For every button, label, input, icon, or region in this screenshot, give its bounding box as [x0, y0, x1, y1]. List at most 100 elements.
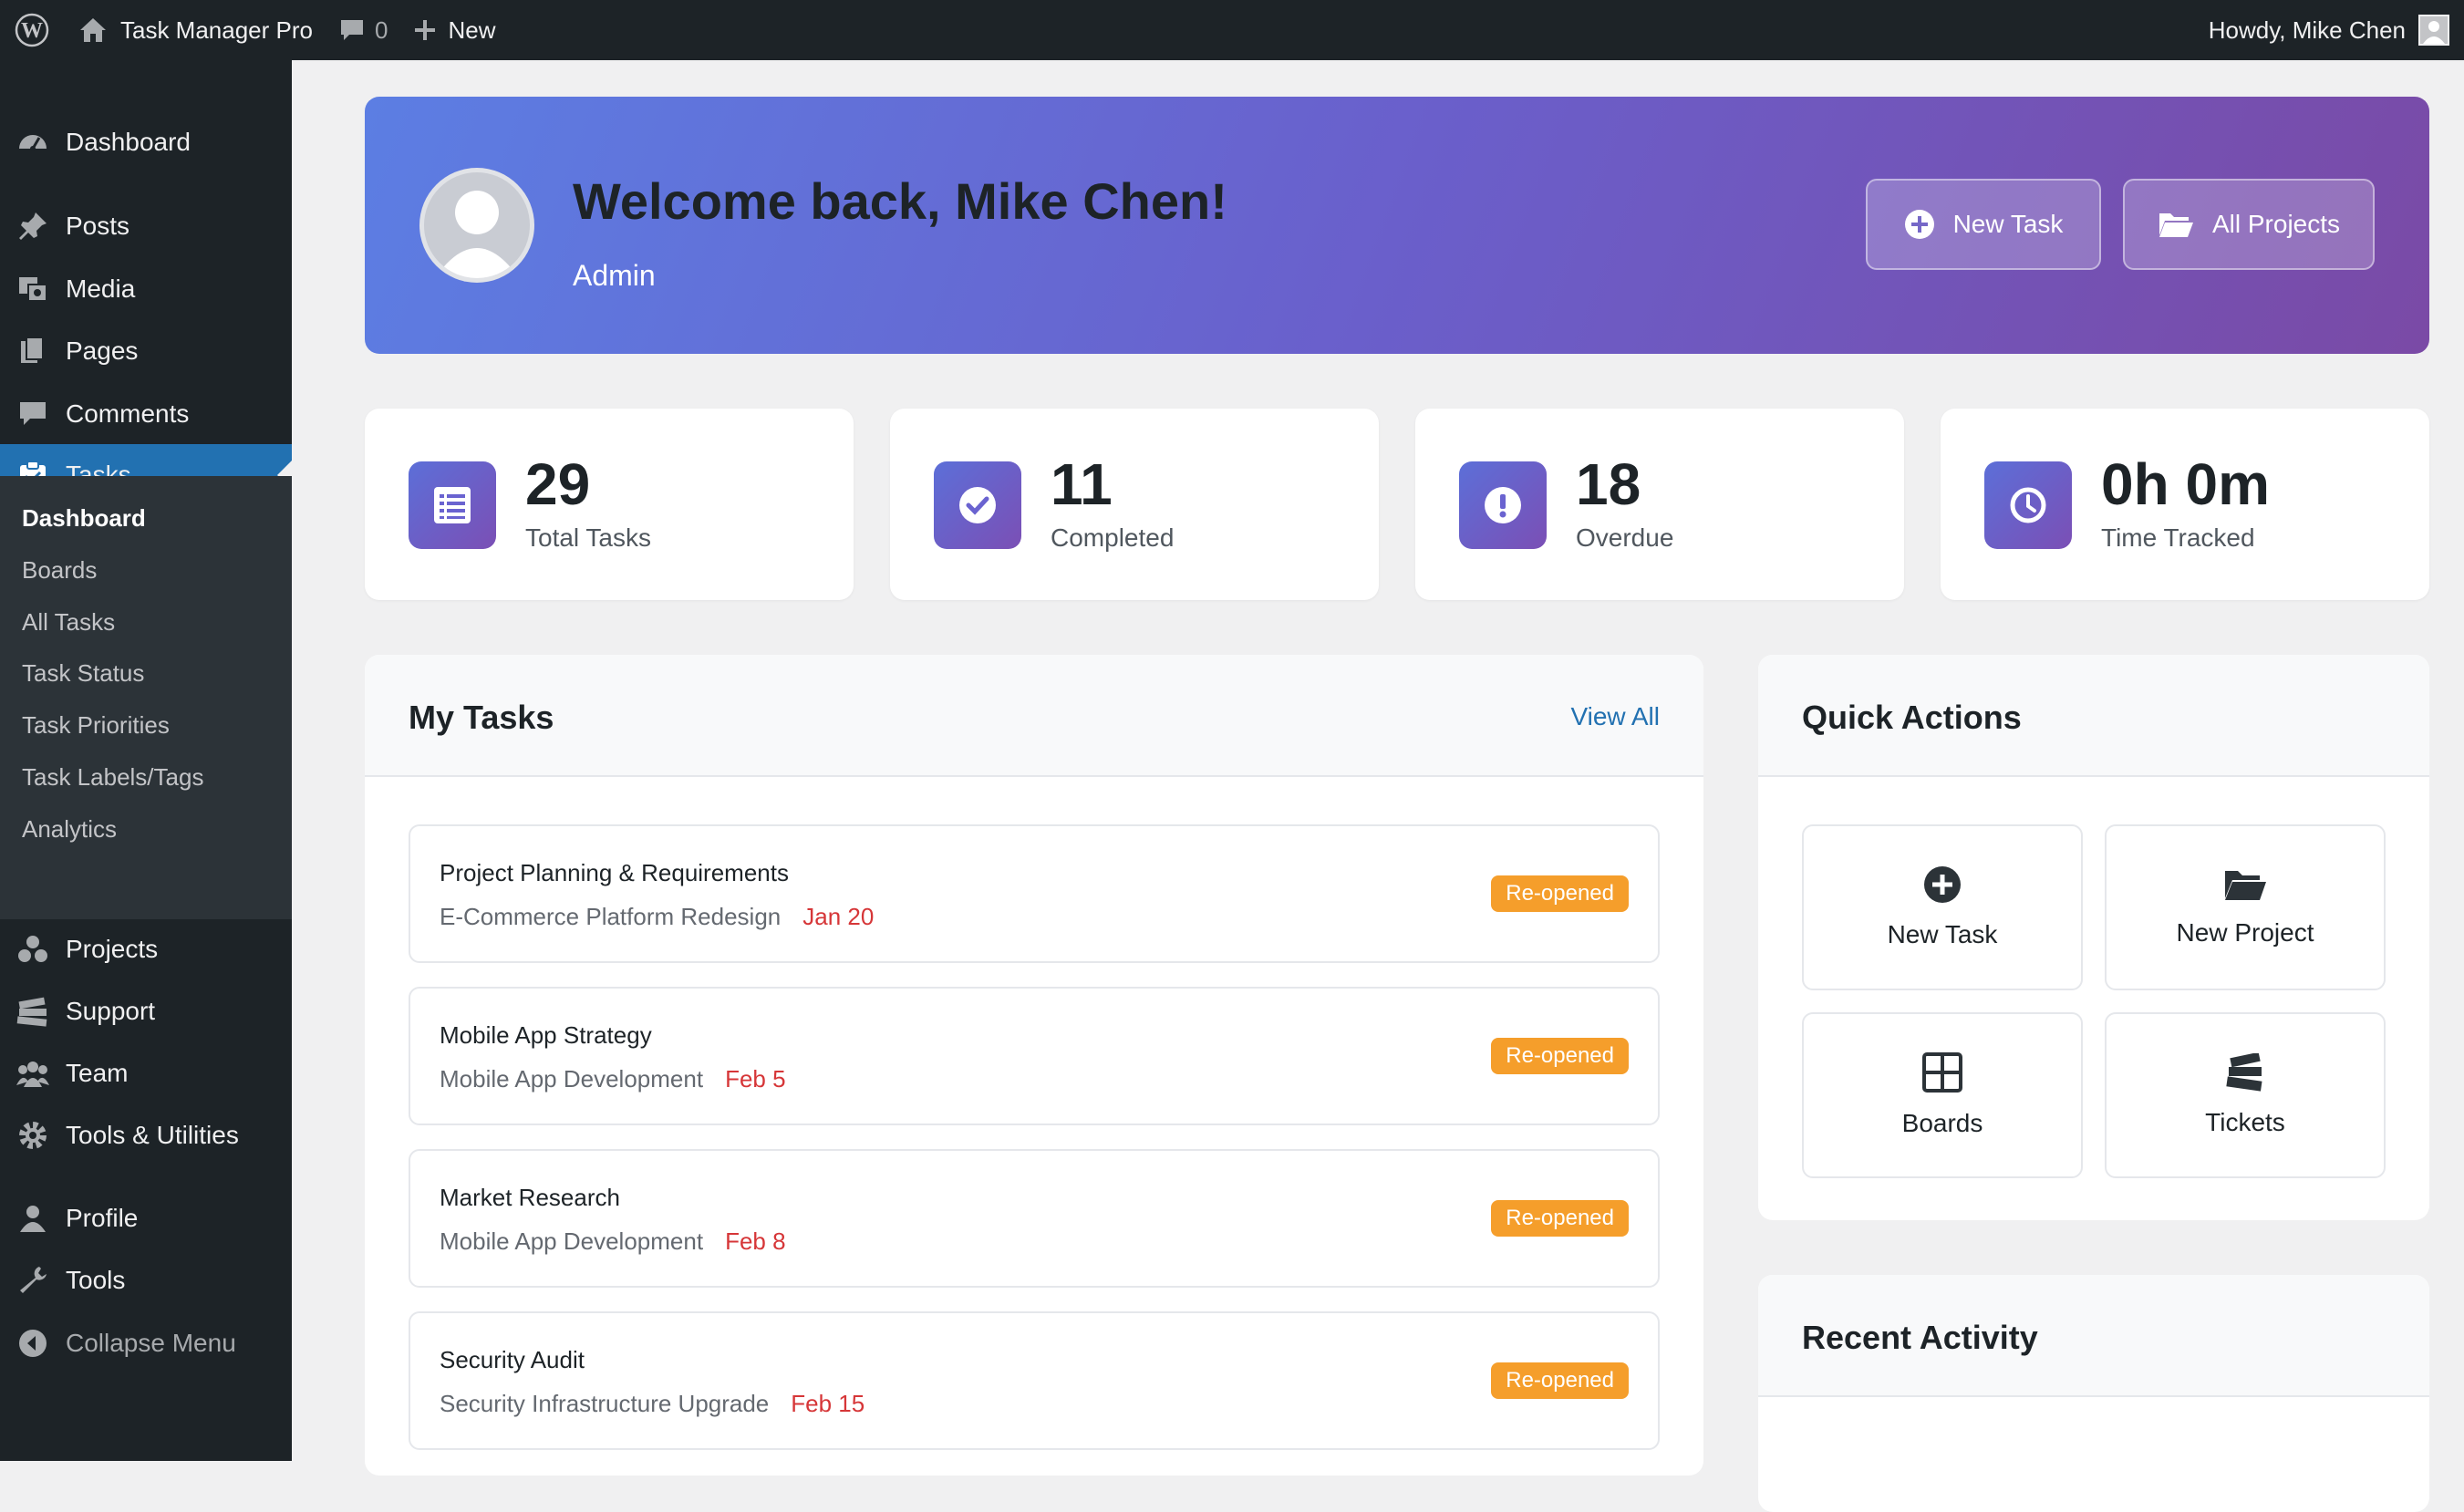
quick-action-tickets[interactable]: Tickets	[2105, 1012, 2386, 1178]
quick-action-boards[interactable]: Boards	[1802, 1012, 2083, 1178]
user-role: Admin	[573, 259, 656, 292]
stat-card-overdue: 18 Overdue	[1415, 409, 1904, 600]
recent-activity-title: Recent Activity	[1802, 1319, 2038, 1356]
task-due-date: Feb 5	[725, 1065, 786, 1093]
task-title[interactable]: Market Research	[440, 1184, 620, 1212]
sidebar-item-projects[interactable]: Projects	[0, 918, 292, 980]
team-icon	[15, 1055, 51, 1092]
sidebar-item-team[interactable]: Team	[0, 1042, 292, 1104]
comment-icon	[15, 396, 51, 432]
quick-action-new-task[interactable]: New Task	[1802, 824, 2083, 990]
sidebar-item-label: Projects	[66, 935, 159, 963]
avatar	[2418, 15, 2449, 46]
submenu-item-all-tasks[interactable]: All Tasks	[22, 604, 115, 640]
comments-count: 0	[374, 16, 388, 44]
media-icon	[15, 271, 51, 307]
sidebar-item-label: Tools & Utilities	[66, 1121, 239, 1149]
task-project: E-Commerce Platform Redesign	[440, 903, 782, 930]
submenu-item-dashboard[interactable]: Dashboard	[22, 500, 146, 536]
user-icon	[15, 1200, 51, 1237]
all-projects-label: All Projects	[2211, 210, 2341, 238]
status-badge: Re-opened	[1491, 1200, 1629, 1237]
sidebar-item-label: Pages	[66, 337, 139, 365]
stat-label: Total Tasks	[525, 523, 651, 552]
gear-icon	[15, 1117, 51, 1154]
task-project: Security Infrastructure Upgrade	[440, 1390, 770, 1417]
task-item[interactable]: Market Research Mobile App Development F…	[409, 1149, 1660, 1288]
collapse-menu-label: Collapse Menu	[66, 1329, 236, 1357]
admin-sidebar: Dashboard Posts Media Pages Comments Tas…	[0, 60, 292, 1461]
plus-icon	[415, 20, 436, 40]
stat-value: 18	[1576, 451, 1641, 517]
new-task-label: New Task	[1952, 210, 2064, 238]
folder-open-icon	[2225, 871, 2266, 900]
plus-circle-icon	[1904, 210, 1934, 239]
stat-label: Overdue	[1576, 523, 1674, 552]
tasks-submenu: Dashboard Boards All Tasks Task Status T…	[0, 476, 292, 919]
sidebar-item-label: Posts	[66, 212, 130, 240]
task-project: Mobile App Development	[440, 1227, 704, 1255]
task-title[interactable]: Mobile App Strategy	[440, 1021, 652, 1050]
submenu-item-analytics[interactable]: Analytics	[22, 811, 117, 847]
task-title[interactable]: Security Audit	[440, 1346, 585, 1374]
panel-header: My Tasks View All	[365, 655, 1703, 777]
sidebar-item-tools[interactable]: Tools	[0, 1249, 292, 1311]
collapse-icon	[15, 1325, 51, 1362]
stat-value: 11	[1051, 451, 1113, 517]
quick-action-label: New Task	[1887, 920, 1998, 948]
sidebar-item-media[interactable]: Media	[0, 258, 292, 320]
wordpress-logo-icon[interactable]: W	[0, 0, 66, 60]
stat-card-completed: 11 Completed	[890, 409, 1379, 600]
collapse-menu-button[interactable]: Collapse Menu	[0, 1312, 292, 1374]
view-all-link[interactable]: View All	[1570, 702, 1660, 731]
submenu-item-boards[interactable]: Boards	[22, 552, 97, 588]
sidebar-item-tools-utilities[interactable]: Tools & Utilities	[0, 1104, 292, 1166]
task-due-date: Jan 20	[802, 903, 875, 930]
submenu-item-task-priorities[interactable]: Task Priorities	[22, 707, 170, 743]
stat-label: Completed	[1051, 523, 1175, 552]
task-item[interactable]: Security Audit Security Infrastructure U…	[409, 1311, 1660, 1450]
sidebar-item-label: Profile	[66, 1204, 139, 1232]
site-name-link[interactable]: Task Manager Pro	[66, 0, 326, 60]
quick-action-label: Tickets	[2205, 1108, 2285, 1136]
recent-activity-panel: Recent Activity	[1758, 1275, 2429, 1512]
sidebar-item-pages[interactable]: Pages	[0, 320, 292, 382]
task-item[interactable]: Mobile App Strategy Mobile App Developme…	[409, 987, 1660, 1125]
new-task-button[interactable]: New Task	[1866, 179, 2101, 270]
quick-actions-panel: Quick Actions New Task New Project Board…	[1758, 655, 2429, 1220]
sidebar-item-support[interactable]: Support	[0, 980, 292, 1042]
avatar	[419, 168, 534, 283]
comments-link[interactable]: 0	[326, 0, 400, 60]
sidebar-item-profile[interactable]: Profile	[0, 1187, 292, 1249]
submenu-item-task-status[interactable]: Task Status	[22, 655, 144, 691]
sidebar-item-comments[interactable]: Comments	[0, 383, 292, 445]
task-item[interactable]: Project Planning & Requirements E-Commer…	[409, 824, 1660, 963]
sidebar-item-label: Dashboard	[66, 128, 191, 156]
sidebar-item-label: Comments	[66, 399, 190, 428]
new-content-link[interactable]: New	[400, 0, 508, 60]
admin-bar: W Task Manager Pro 0 New Howdy, Mike Che…	[0, 0, 2464, 60]
my-account-link[interactable]: Howdy, Mike Chen	[2194, 0, 2464, 60]
howdy-text: Howdy, Mike Chen	[2208, 16, 2406, 44]
tickets-icon	[2226, 1053, 2262, 1092]
task-due-date: Feb 8	[725, 1227, 786, 1255]
panel-header: Quick Actions	[1758, 655, 2429, 777]
quick-action-new-project[interactable]: New Project	[2105, 824, 2386, 990]
projects-icon	[15, 931, 51, 968]
grid-icon	[1922, 1052, 1962, 1093]
sidebar-item-label: Tools	[66, 1266, 126, 1294]
task-meta: Mobile App Development Feb 5	[440, 1065, 786, 1093]
welcome-banner: Welcome back, Mike Chen! Admin New Task …	[365, 97, 2429, 354]
stat-label: Time Tracked	[2101, 523, 2255, 552]
sidebar-item-posts[interactable]: Posts	[0, 195, 292, 257]
submenu-item-task-labels[interactable]: Task Labels/Tags	[22, 759, 203, 795]
all-projects-button[interactable]: All Projects	[2123, 179, 2375, 270]
stat-value: 29	[525, 451, 591, 517]
sidebar-item-label: Team	[66, 1059, 129, 1087]
task-title[interactable]: Project Planning & Requirements	[440, 859, 789, 887]
sidebar-item-label: Media	[66, 274, 136, 303]
dashboard-icon	[15, 124, 51, 161]
sidebar-item-dashboard[interactable]: Dashboard	[0, 111, 292, 173]
pages-icon	[15, 333, 51, 369]
my-tasks-panel: My Tasks View All Project Planning & Req…	[365, 655, 1703, 1476]
